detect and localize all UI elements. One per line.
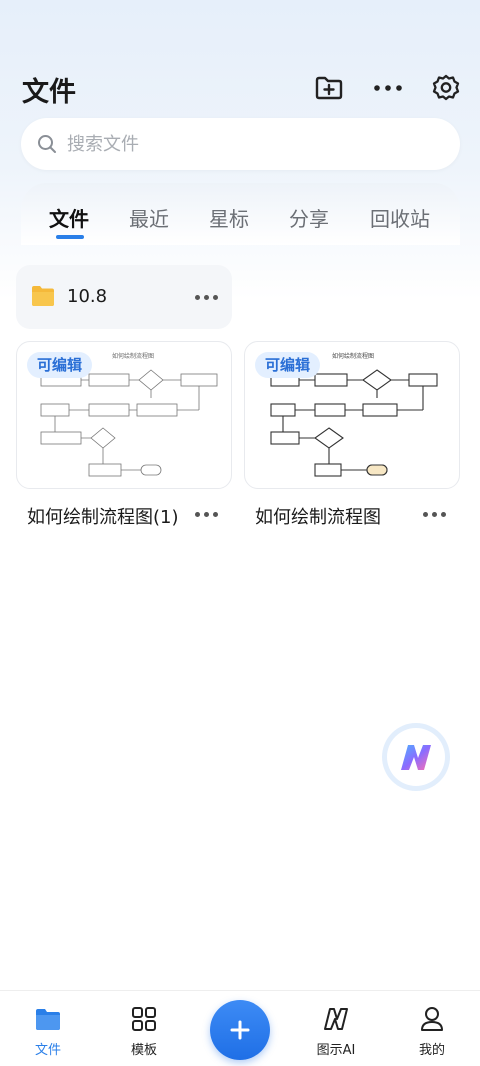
- page-title: 文件: [22, 77, 76, 108]
- nav-files[interactable]: 文件: [8, 991, 88, 1066]
- tab-shared[interactable]: 分享: [289, 203, 329, 232]
- svg-text:如何绘制流程图: 如何绘制流程图: [112, 352, 154, 360]
- file-card[interactable]: 如何绘制流程图 可编辑: [244, 341, 460, 489]
- folder-icon: [32, 286, 54, 306]
- app-header: 文件: [0, 60, 480, 116]
- file-card[interactable]: 如何绘制流程图 可编辑: [16, 341, 232, 489]
- search-bar[interactable]: [21, 118, 460, 170]
- grid-icon: [132, 1007, 156, 1031]
- tab-recent[interactable]: 最近: [129, 203, 169, 232]
- folder-icon: [36, 1009, 60, 1030]
- file-name: 如何绘制流程图: [255, 507, 381, 528]
- ai-logo-icon: [324, 1008, 348, 1030]
- settings-icon[interactable]: [430, 72, 462, 104]
- file-name: 如何绘制流程图(1): [27, 507, 179, 528]
- editable-badge: 可编辑: [27, 352, 93, 378]
- file-more-icon[interactable]: [423, 512, 446, 517]
- profile-icon: [421, 1007, 443, 1031]
- search-input[interactable]: [67, 133, 427, 155]
- tab-bar: 文件 最近 星标 分享 回收站: [21, 183, 460, 245]
- plus-icon: [230, 1020, 250, 1040]
- tab-starred[interactable]: 星标: [209, 203, 249, 232]
- more-icon[interactable]: [372, 72, 404, 104]
- folder-item[interactable]: 10.8: [16, 265, 232, 329]
- svg-text:如何绘制流程图: 如何绘制流程图: [332, 352, 374, 360]
- active-tab-indicator: [56, 235, 84, 239]
- add-folder-icon[interactable]: [313, 72, 345, 104]
- tab-files[interactable]: 文件: [49, 203, 89, 232]
- ai-assistant-button[interactable]: [382, 723, 450, 791]
- folder-name: 10.8: [67, 286, 108, 307]
- folder-more-icon[interactable]: [195, 295, 218, 300]
- nav-ai[interactable]: 图示AI: [296, 991, 376, 1066]
- tab-trash[interactable]: 回收站: [370, 203, 430, 232]
- editable-badge: 可编辑: [255, 352, 321, 378]
- nav-profile[interactable]: 我的: [392, 991, 472, 1066]
- search-icon: [38, 135, 56, 153]
- ai-logo-icon: [401, 745, 431, 770]
- nav-templates[interactable]: 模板: [104, 991, 184, 1066]
- file-more-icon[interactable]: [195, 512, 218, 517]
- create-button[interactable]: [210, 1000, 270, 1060]
